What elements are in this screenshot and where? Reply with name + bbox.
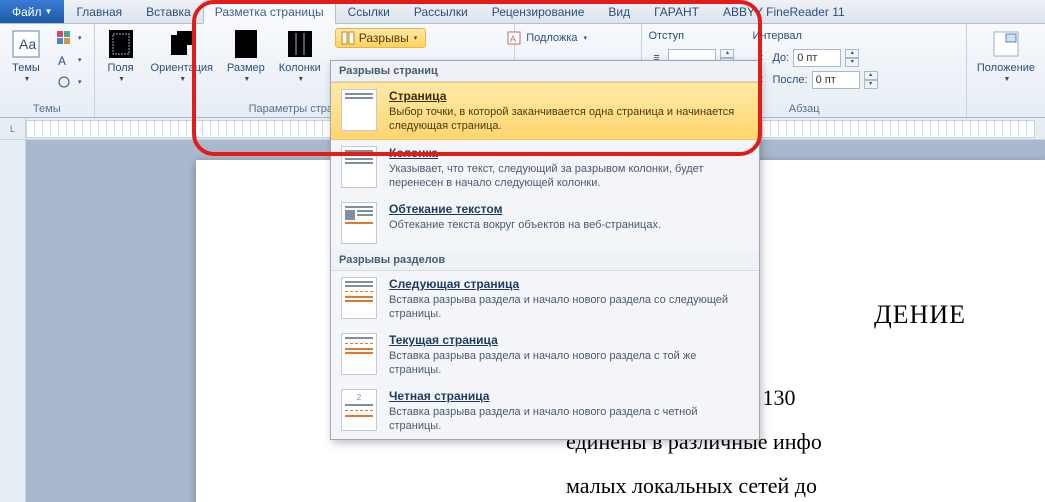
columns-icon: [284, 28, 316, 60]
spacing-before-input[interactable]: 0 пт: [793, 49, 841, 67]
break-option-desc: Выбор точки, в которой заканчивается одн…: [389, 105, 749, 133]
break-option-title: Следующая страница: [389, 277, 749, 291]
size-icon: [230, 28, 262, 60]
margins-button[interactable]: Поля ▼: [101, 26, 141, 83]
tab-review[interactable]: Рецензирование: [480, 0, 597, 23]
break-option-continuous[interactable]: Текущая страница Вставка разрыва раздела…: [331, 327, 759, 383]
chevron-down-icon: ▼: [118, 76, 125, 83]
tab-garant[interactable]: ГАРАНТ: [642, 0, 711, 23]
break-option-desc: Указывает, что текст, следующий за разры…: [389, 162, 749, 190]
group-themes: Aa Темы ▼ ▾ A▾ ▾ Темы: [0, 24, 95, 117]
continuous-break-icon: [341, 333, 377, 375]
breaks-dropdown: Разрывы страниц Страница Выбор точки, в …: [330, 60, 760, 440]
themes-icon: Aa: [10, 28, 42, 60]
theme-fonts-button[interactable]: A▾: [52, 50, 86, 70]
spacing-before-spinner[interactable]: ▴▾: [845, 49, 859, 67]
break-option-desc: Обтекание текста вокруг объектов на веб-…: [389, 218, 749, 232]
chevron-down-icon: ▼: [1003, 76, 1010, 83]
chevron-down-icon: ▼: [24, 76, 31, 83]
after-label: После:: [772, 74, 807, 86]
margins-label: Поля: [107, 62, 133, 74]
chevron-down-icon: ▼: [179, 76, 186, 83]
chevron-down-icon: ▼: [297, 76, 304, 83]
spacing-header: Интервал: [752, 26, 877, 46]
chevron-down-icon: ▾: [78, 78, 82, 86]
size-label: Размер: [227, 62, 265, 74]
breaks-section-section: Разрывы разделов: [331, 250, 759, 271]
file-tab[interactable]: Файл ▼: [0, 0, 64, 23]
tab-view[interactable]: Вид: [596, 0, 642, 23]
themes-label: Темы: [12, 62, 40, 74]
group-themes-label: Темы: [6, 102, 88, 117]
tab-insert[interactable]: Вставка: [134, 0, 203, 23]
break-option-title: Текущая страница: [389, 333, 749, 347]
position-icon: [990, 28, 1022, 60]
margins-icon: [105, 28, 137, 60]
breaks-icon: [340, 30, 356, 46]
spacing-after-spinner[interactable]: ▴▾: [864, 71, 878, 89]
ribbon-tabs: Файл ▼ Главная Вставка Разметка страницы…: [0, 0, 1045, 24]
columns-label: Колонки: [279, 62, 321, 74]
theme-effects-button[interactable]: ▾: [52, 72, 86, 92]
tab-abbyy[interactable]: ABBYY FineReader 11: [711, 0, 857, 23]
chevron-down-icon: ▾: [78, 34, 82, 42]
break-option-desc: Вставка разрыва раздела и начало нового …: [389, 405, 749, 433]
chevron-down-icon: ▼: [45, 7, 53, 16]
spacing-after-input[interactable]: 0 пт: [812, 71, 860, 89]
break-option-title: Обтекание текстом: [389, 202, 749, 216]
orientation-button[interactable]: Ориентация ▼: [147, 26, 217, 83]
tab-references[interactable]: Ссылки: [336, 0, 402, 23]
tab-mailings[interactable]: Рассылки: [402, 0, 480, 23]
break-option-title: Четная страница: [389, 389, 749, 403]
before-label: До:: [772, 52, 789, 64]
break-option-desc: Вставка разрыва раздела и начало нового …: [389, 293, 749, 321]
break-option-column[interactable]: Колонка Указывает, что текст, следующий …: [331, 140, 759, 196]
theme-colors-button[interactable]: ▾: [52, 28, 86, 48]
chevron-down-icon: ▼: [243, 76, 250, 83]
vertical-ruler[interactable]: [0, 140, 26, 502]
break-option-even-page[interactable]: 2 Четная страница Вставка разрыва раздел…: [331, 383, 759, 439]
document-line: малых локальных сетей до: [256, 468, 986, 502]
group-arrange: Положение ▼: [967, 24, 1045, 117]
evenpage-break-icon: 2: [341, 389, 377, 431]
page-break-icon: [341, 89, 377, 131]
break-option-textwrap[interactable]: Обтекание текстом Обтекание текста вокру…: [331, 196, 759, 250]
break-option-page[interactable]: Страница Выбор точки, в которой заканчив…: [331, 82, 759, 140]
size-button[interactable]: Размер ▼: [223, 26, 269, 83]
breaks-label: Разрывы: [359, 31, 409, 45]
fonts-icon: A: [56, 52, 72, 68]
break-option-title: Колонка: [389, 146, 749, 160]
chevron-down-icon: ▾: [78, 56, 82, 64]
themes-button[interactable]: Aa Темы ▼: [6, 26, 46, 83]
tab-home[interactable]: Главная: [64, 0, 134, 23]
tab-page-layout[interactable]: Разметка страницы: [203, 1, 336, 24]
break-option-next-page[interactable]: Следующая страница Вставка разрыва разде…: [331, 271, 759, 327]
svg-text:A: A: [58, 54, 66, 67]
break-option-desc: Вставка разрыва раздела и начало нового …: [389, 349, 749, 377]
position-button[interactable]: Положение ▼: [973, 26, 1039, 83]
indent-header: Отступ: [648, 26, 734, 46]
breaks-button[interactable]: Разрывы ▾: [335, 28, 426, 48]
columns-button[interactable]: Колонки ▼: [275, 26, 325, 83]
ruler-corner[interactable]: L: [0, 118, 26, 140]
textwrap-break-icon: [341, 202, 377, 244]
nextpage-break-icon: [341, 277, 377, 319]
file-tab-label: Файл: [12, 5, 42, 19]
effects-icon: [56, 74, 72, 90]
breaks-section-page: Разрывы страниц: [331, 61, 759, 82]
position-label: Положение: [977, 62, 1035, 74]
column-break-icon: [341, 146, 377, 188]
orientation-icon: [166, 28, 198, 60]
svg-text:Aa: Aa: [19, 36, 36, 52]
chevron-down-icon: ▾: [414, 34, 418, 42]
colors-icon: [56, 30, 72, 46]
break-option-title: Страница: [389, 89, 749, 103]
orientation-label: Ориентация: [151, 62, 213, 74]
